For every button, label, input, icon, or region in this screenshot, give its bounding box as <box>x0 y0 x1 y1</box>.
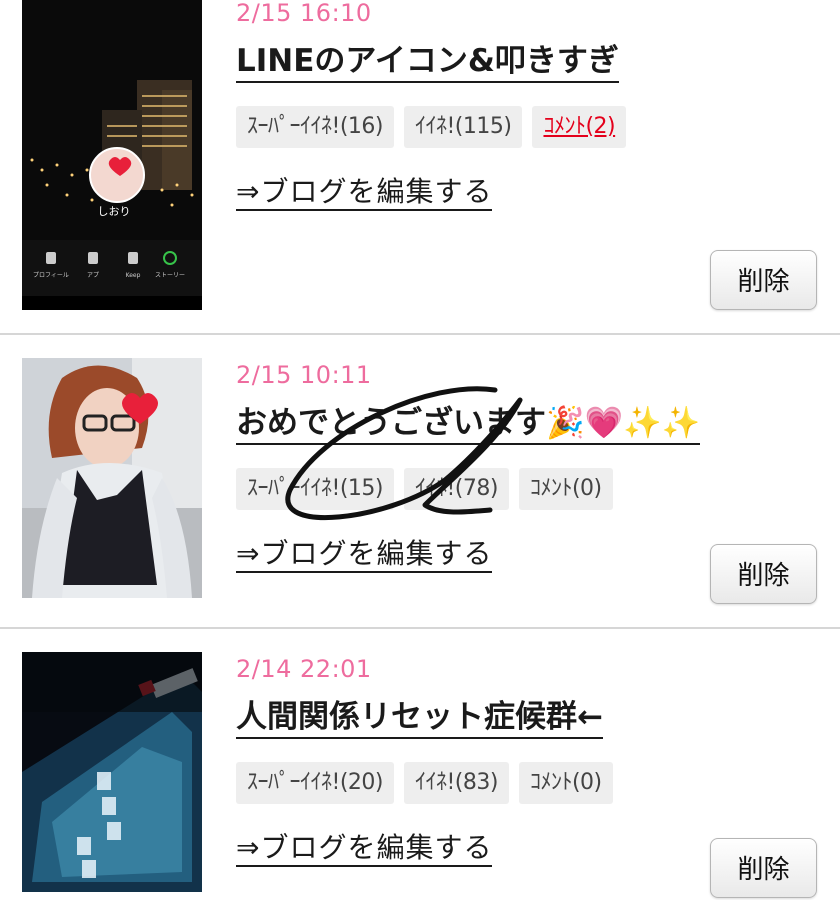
like-count[interactable]: ｲｲﾈ!(115) <box>403 106 523 148</box>
edit-blog-link[interactable]: ⇒ブログを編集する <box>236 175 493 211</box>
delete-button[interactable]: 削除 <box>710 544 817 604</box>
comment-count[interactable]: ｺﾒﾝﾄ(0) <box>518 762 613 804</box>
reaction-tags: ｽｰﾊﾟｰｲｲﾈ!(20) ｲｲﾈ!(83) ｺﾒﾝﾄ(0) <box>236 762 613 804</box>
delete-button[interactable]: 削除 <box>710 838 817 898</box>
post-date: 2/15 16:10 <box>236 0 372 27</box>
super-like-count[interactable]: ｽｰﾊﾟｰｲｲﾈ!(20) <box>236 762 394 804</box>
post-title: 人間関係リセット症候群← <box>236 699 603 735</box>
like-count[interactable]: ｲｲﾈ!(83) <box>403 762 509 804</box>
delete-button[interactable]: 削除 <box>710 250 817 310</box>
post-thumbnail[interactable]: しおり プロフィール アプ Keep ストーリー <box>22 0 202 310</box>
reaction-tags: ｽｰﾊﾟｰｲｲﾈ!(16) ｲｲﾈ!(115) ｺﾒﾝﾄ(2) <box>236 106 627 148</box>
post-title-link[interactable]: 人間関係リセット症候群← <box>236 698 603 739</box>
svg-text:プロフィール: プロフィール <box>33 272 69 279</box>
super-like-count[interactable]: ｽｰﾊﾟｰｲｲﾈ!(15) <box>236 468 394 510</box>
edit-blog-link[interactable]: ⇒ブログを編集する <box>236 831 493 867</box>
post-title: LINEのアイコン&叩きすぎ <box>236 43 619 79</box>
svg-text:アプ: アプ <box>87 272 99 279</box>
reaction-tags: ｽｰﾊﾟｰｲｲﾈ!(15) ｲｲﾈ!(78) ｺﾒﾝﾄ(0) <box>236 468 613 510</box>
party-heart-sparkle-emoji: 🎉💗✨✨ <box>546 405 701 441</box>
like-count[interactable]: ｲｲﾈ!(78) <box>403 468 509 510</box>
edit-blog-link[interactable]: ⇒ブログを編集する <box>236 537 493 573</box>
super-like-count[interactable]: ｽｰﾊﾟｰｲｲﾈ!(16) <box>236 106 394 148</box>
post-title: おめでとうございます <box>236 405 546 441</box>
svg-text:ストーリー: ストーリー <box>155 272 185 279</box>
post-date: 2/14 22:01 <box>236 655 372 683</box>
post-title-link[interactable]: おめでとうございます🎉💗✨✨ <box>236 404 701 445</box>
svg-text:Keep: Keep <box>126 272 141 279</box>
post-title-link[interactable]: LINEのアイコン&叩きすぎ <box>236 42 619 83</box>
post-thumbnail[interactable] <box>22 358 202 598</box>
comment-link[interactable]: ｺﾒﾝﾄ(2) <box>532 106 627 148</box>
post-separator <box>0 627 840 629</box>
post-separator <box>0 333 840 335</box>
post-date: 2/15 10:11 <box>236 361 372 389</box>
thumb-profile-name: しおり <box>98 205 131 218</box>
comment-count[interactable]: ｺﾒﾝﾄ(0) <box>518 468 613 510</box>
post-thumbnail[interactable] <box>22 652 202 892</box>
